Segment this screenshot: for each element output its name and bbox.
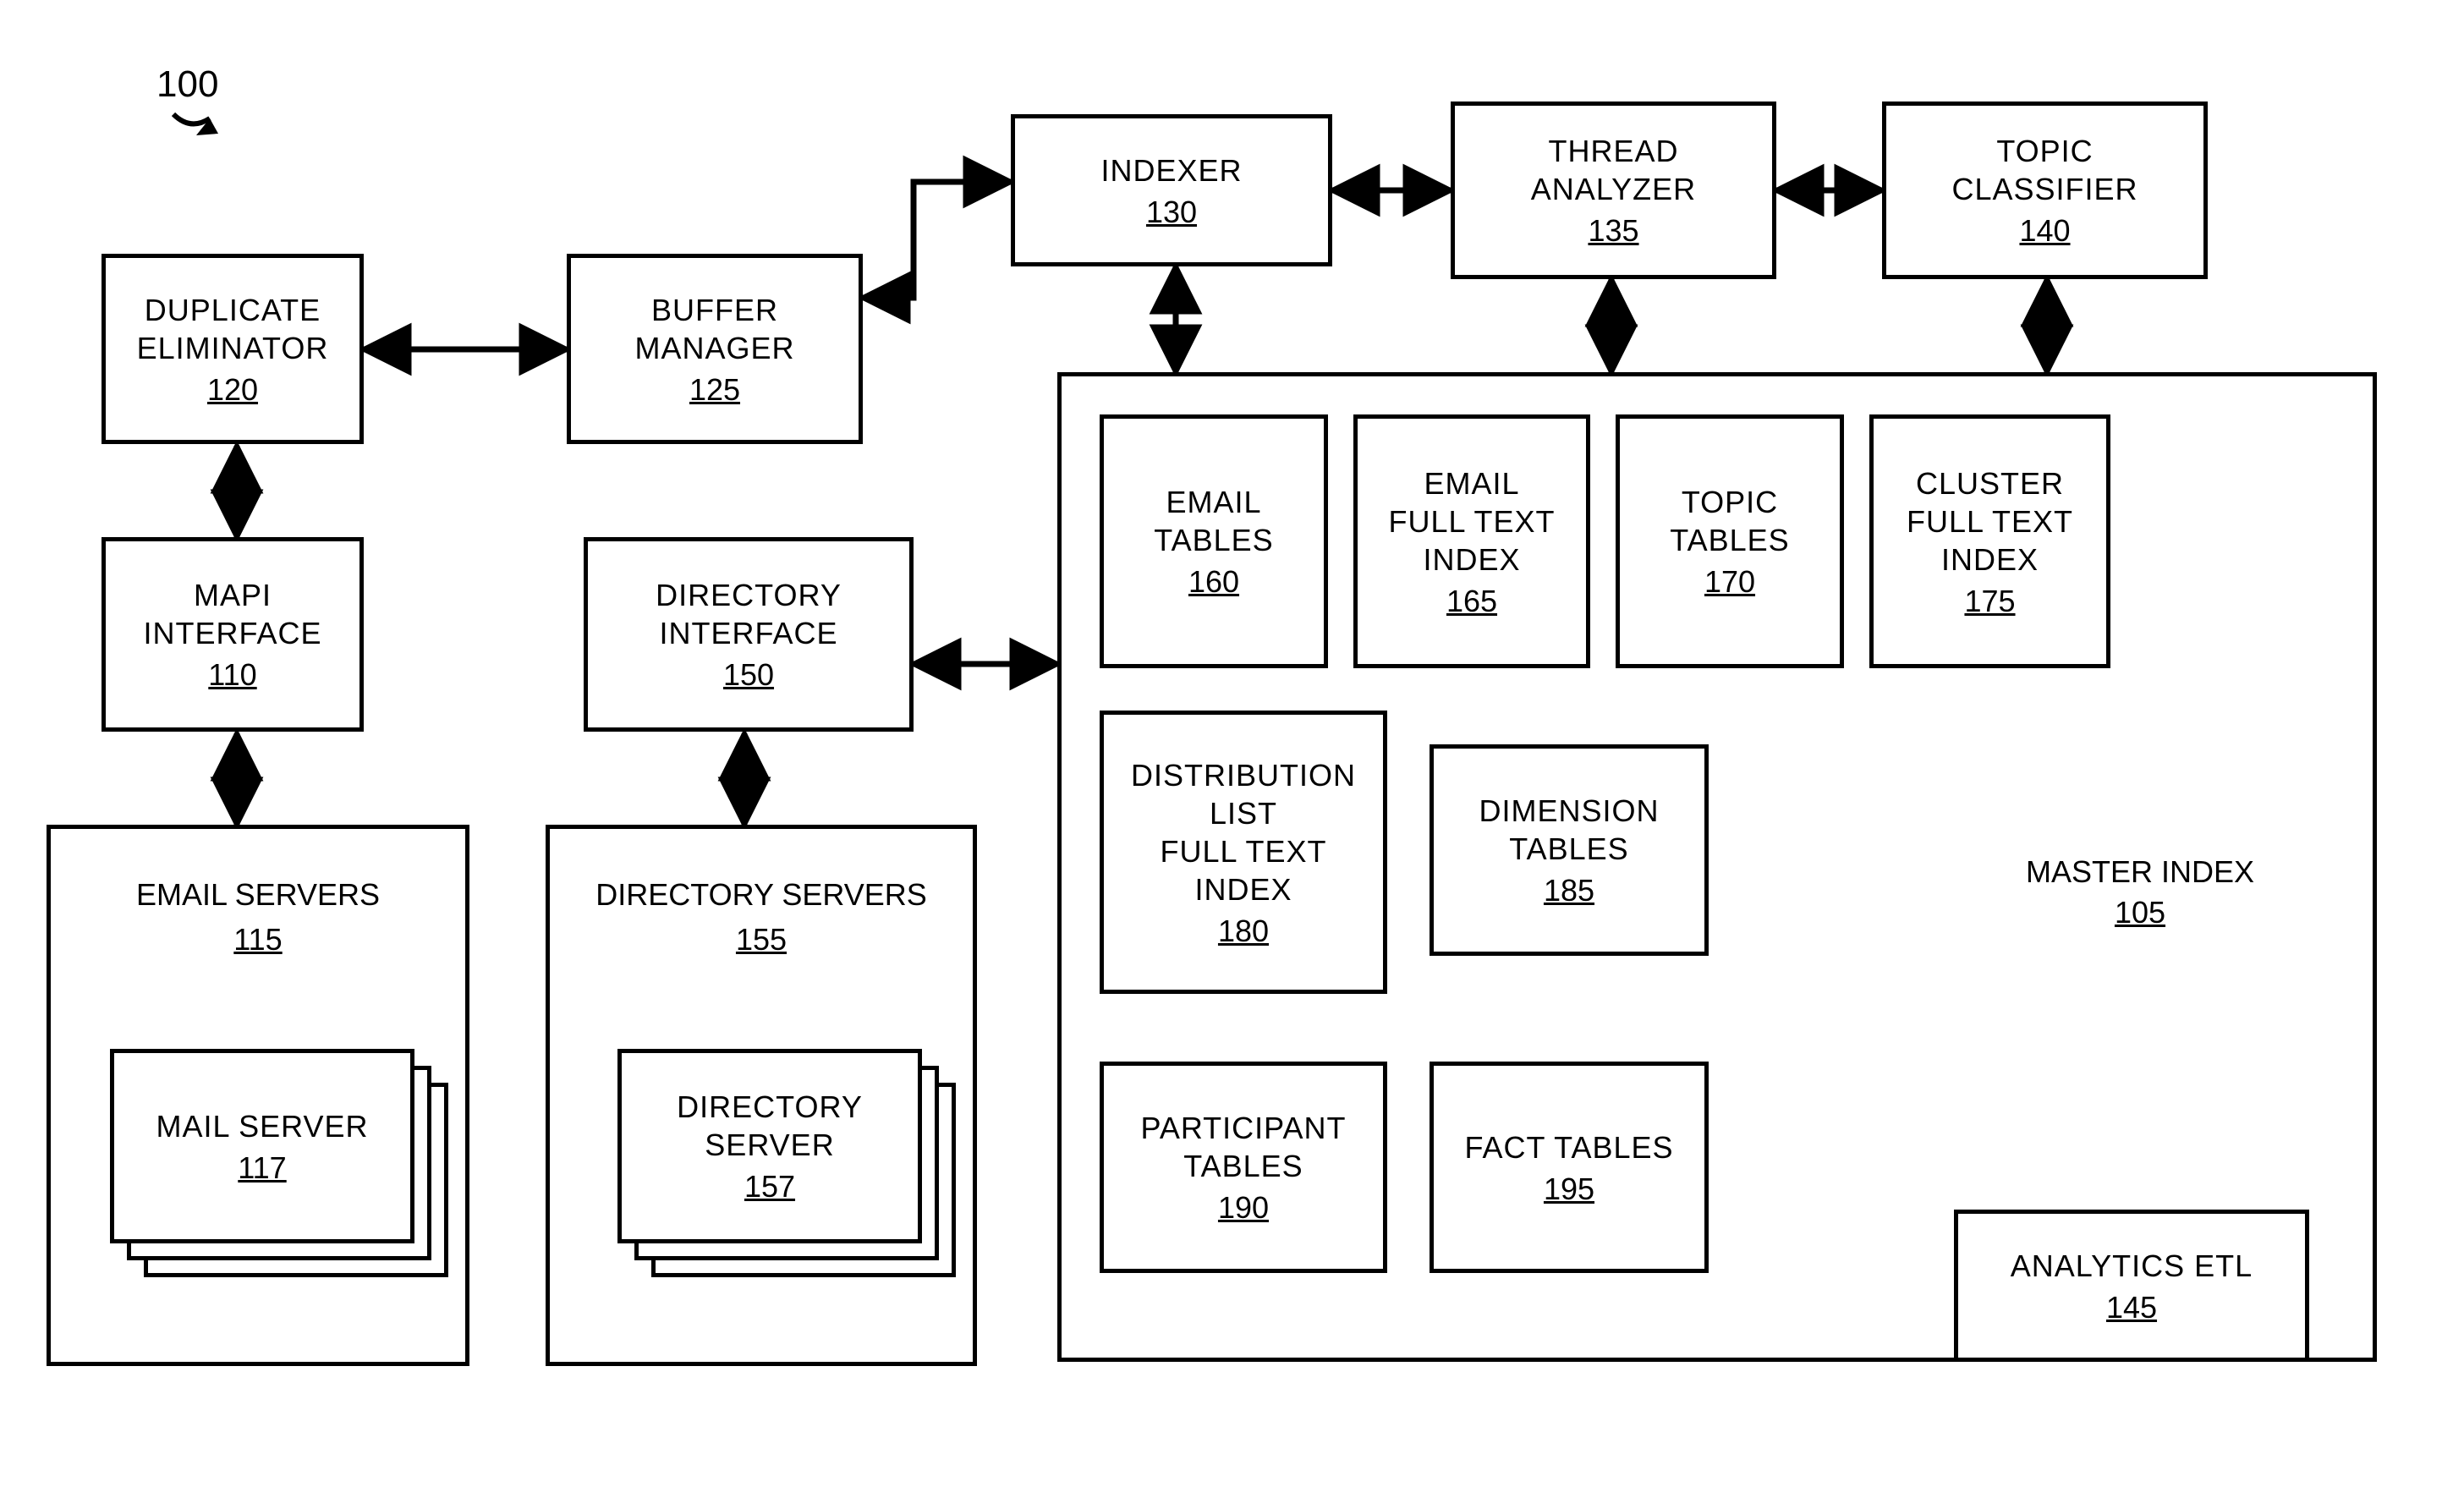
block-topic-tables: TOPICTABLES 170	[1616, 414, 1844, 668]
block-title: BUFFERMANAGER	[634, 291, 794, 367]
block-indexer: INDEXER 130	[1011, 114, 1332, 266]
block-ref: 117	[238, 1150, 286, 1186]
block-directory-server: DIRECTORYSERVER 157	[617, 1049, 922, 1243]
block-ref: 185	[1544, 873, 1594, 908]
block-analytics-etl: ANALYTICS ETL 145	[1954, 1210, 2309, 1362]
diagram-canvas: 100	[0, 0, 2464, 1498]
block-duplicate-eliminator: DUPLICATEELIMINATOR 120	[102, 254, 364, 444]
block-directory-interface: DIRECTORYINTERFACE 150	[584, 537, 914, 732]
block-title: INDEXER	[1100, 151, 1242, 189]
block-ref: 140	[2019, 213, 2070, 249]
block-topic-classifier: TOPICCLASSIFIER 140	[1882, 102, 2208, 279]
block-participant-tables: PARTICIPANTTABLES 190	[1100, 1062, 1387, 1273]
block-title: DIMENSIONTABLES	[1479, 792, 1659, 868]
block-ref: 135	[1588, 213, 1638, 249]
container-ref: 155	[550, 922, 973, 958]
block-title: EMAILTABLES	[1154, 483, 1273, 559]
block-ref: 130	[1146, 195, 1197, 230]
block-title: MAIL SERVER	[156, 1107, 368, 1145]
block-ref: 125	[689, 372, 740, 408]
block-thread-analyzer: THREADANALYZER 135	[1451, 102, 1776, 279]
block-mapi-interface: MAPIINTERFACE 110	[102, 537, 364, 732]
block-ref: 160	[1188, 564, 1239, 600]
container-title: DIRECTORY SERVERS	[550, 875, 973, 914]
block-dist-list-fulltext-index: DISTRIBUTIONLISTFULL TEXTINDEX 180	[1100, 711, 1387, 994]
block-title: THREADANALYZER	[1531, 132, 1696, 208]
block-title: CLUSTERFULL TEXTINDEX	[1907, 464, 2073, 579]
block-ref: 165	[1446, 584, 1497, 619]
block-ref: 150	[723, 657, 774, 693]
block-ref: 110	[208, 657, 256, 693]
block-mail-server: MAIL SERVER 117	[110, 1049, 414, 1243]
container-ref: 105	[1941, 895, 2339, 930]
block-ref: 175	[1964, 584, 2015, 619]
block-ref: 195	[1544, 1172, 1594, 1207]
block-email-fulltext-index: EMAILFULL TEXTINDEX 165	[1353, 414, 1590, 668]
block-title: TOPICTABLES	[1670, 483, 1789, 559]
block-email-tables: EMAILTABLES 160	[1100, 414, 1328, 668]
block-ref: 157	[744, 1169, 795, 1204]
block-buffer-manager: BUFFERMANAGER 125	[567, 254, 863, 444]
block-fact-tables: FACT TABLES 195	[1430, 1062, 1709, 1273]
block-ref: 145	[2106, 1290, 2157, 1325]
block-title: ANALYTICS ETL	[2011, 1247, 2253, 1285]
block-title: DIRECTORYSERVER	[677, 1088, 863, 1164]
block-title: PARTICIPANTTABLES	[1140, 1109, 1346, 1185]
block-title: DIRECTORYINTERFACE	[656, 576, 842, 652]
block-title: TOPICCLASSIFIER	[1951, 132, 2137, 208]
block-ref: 120	[207, 372, 258, 408]
block-title: FACT TABLES	[1464, 1128, 1673, 1166]
block-ref: 190	[1218, 1190, 1269, 1226]
block-title: DUPLICATEELIMINATOR	[137, 291, 329, 367]
block-ref: 170	[1704, 564, 1755, 600]
block-title: EMAILFULL TEXTINDEX	[1388, 464, 1555, 579]
container-ref: 115	[51, 922, 465, 958]
block-cluster-fulltext-index: CLUSTERFULL TEXTINDEX 175	[1869, 414, 2110, 668]
container-title: MASTER INDEX	[1941, 854, 2339, 890]
block-title: MAPIINTERFACE	[143, 576, 321, 652]
block-title: DISTRIBUTIONLISTFULL TEXTINDEX	[1131, 756, 1356, 908]
block-dimension-tables: DIMENSIONTABLES 185	[1430, 744, 1709, 956]
block-ref: 180	[1218, 914, 1269, 949]
container-title: EMAIL SERVERS	[51, 875, 465, 914]
